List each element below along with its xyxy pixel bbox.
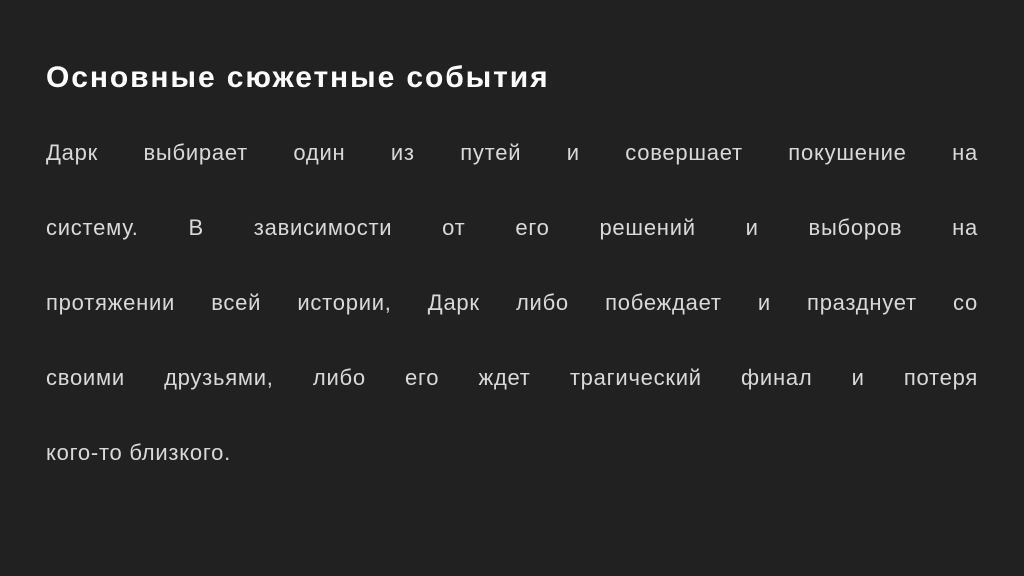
body-line: своими друзьями, либо его ждет трагическ… <box>46 365 978 390</box>
body-line: протяжении всей истории, Дарк либо побеж… <box>46 290 978 315</box>
body-line: систему. В зависимости от его решений и … <box>46 215 978 240</box>
body-line: Дарк выбирает один из путей и совершает … <box>46 140 978 165</box>
page-title: Основные сюжетные события <box>46 61 550 94</box>
presentation-slide: Основные сюжетные события Дарк выбирает … <box>0 0 1024 576</box>
slide-body-text: Дарк выбирает один из путей и совершает … <box>46 134 978 472</box>
body-line: кого-то близкого. <box>46 440 231 465</box>
